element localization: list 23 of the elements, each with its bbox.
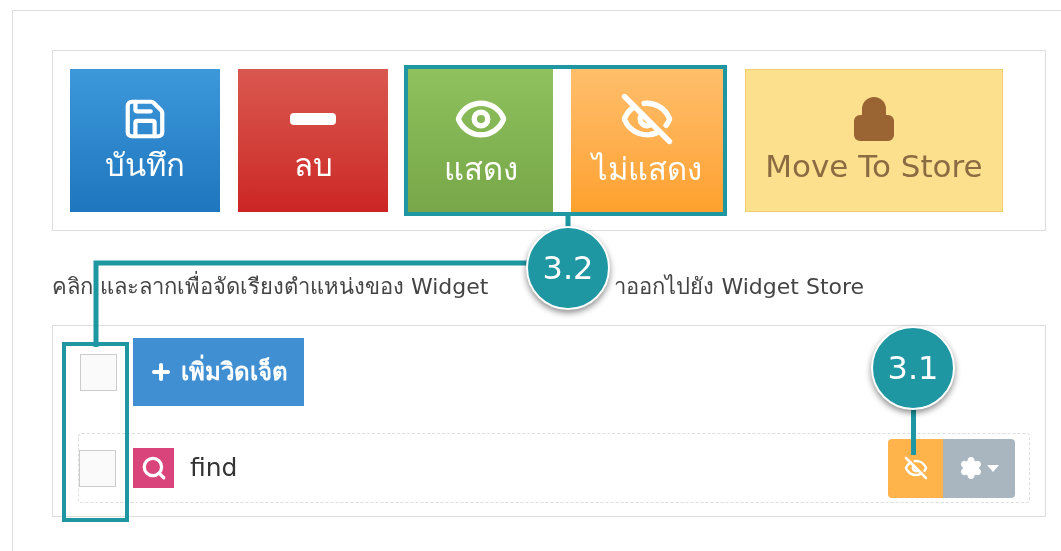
checkbox[interactable] — [79, 449, 116, 487]
caret-icon — [987, 464, 999, 472]
callout-badge: 3.2 — [526, 226, 610, 310]
callout-badge: 3.1 — [871, 326, 955, 410]
delete-button[interactable]: ลบ — [238, 69, 388, 212]
store-button[interactable]: Move To Store — [745, 69, 1003, 212]
instruction-text: คลิก และลากเพื่อจัดเรียงตำแหน่งของ Widget — [52, 270, 489, 301]
minus-icon — [290, 113, 336, 126]
checkbox[interactable] — [80, 353, 117, 391]
gear-icon — [959, 456, 983, 480]
add-widget-button[interactable]: เพิ่มวิดเจ็ต — [133, 338, 304, 406]
show-button[interactable]: แสดง — [408, 69, 553, 212]
plus-icon — [149, 360, 173, 384]
instruction-text: าออกไปยัง Widget Store — [614, 272, 865, 301]
eye-off-icon — [903, 456, 928, 480]
hide-button[interactable]: ไม่แสดง — [571, 69, 723, 212]
save-button[interactable]: บันทึก — [70, 69, 220, 212]
widget-row[interactable]: find — [78, 433, 1030, 503]
search-icon — [133, 448, 174, 488]
hide-toggle-button[interactable] — [888, 438, 943, 498]
settings-dropdown-button[interactable] — [943, 438, 1015, 498]
eye-off-icon — [620, 92, 674, 147]
widget-name: find — [190, 452, 238, 485]
